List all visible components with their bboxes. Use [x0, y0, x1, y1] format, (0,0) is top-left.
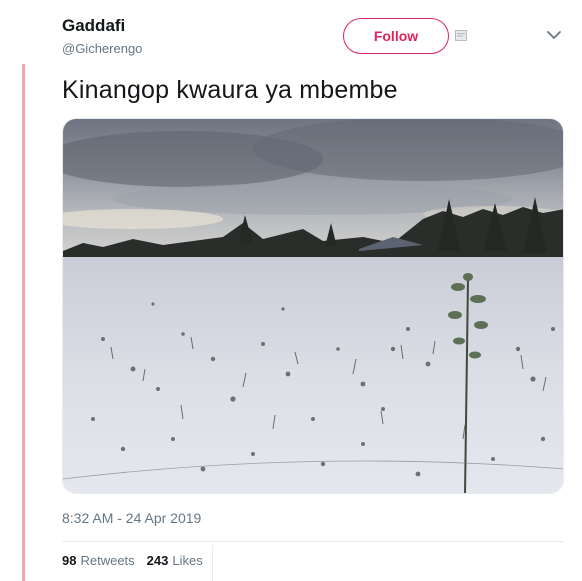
small-square-icon: [455, 30, 467, 41]
tweet-photo[interactable]: [62, 118, 564, 494]
stats-separator: [212, 545, 213, 581]
tweet-text: Kinangop kwaura ya mbembe: [62, 76, 398, 104]
stats-divider: [62, 541, 564, 542]
author-display-name[interactable]: Gaddafi: [62, 16, 125, 36]
thread-rule: [22, 64, 25, 581]
likes-stat[interactable]: 243 Likes: [147, 553, 203, 568]
author-handle[interactable]: @Gicherengo: [62, 41, 142, 56]
likes-count: 243: [146, 553, 169, 568]
engagement-stats: 98 Retweets 243 Likes: [62, 553, 215, 568]
tweet-header: Gaddafi @Gicherengo Follow: [62, 14, 582, 62]
retweets-stat[interactable]: 98 Retweets: [62, 553, 135, 568]
retweets-label: Retweets: [80, 553, 135, 568]
likes-label: Likes: [172, 553, 203, 568]
chevron-down-icon[interactable]: [546, 30, 562, 40]
tweet-timestamp[interactable]: 8:32 AM - 24 Apr 2019: [62, 510, 201, 526]
retweets-count: 98: [62, 553, 77, 568]
follow-button[interactable]: Follow: [343, 18, 449, 54]
hail-field-photo: [63, 119, 563, 493]
